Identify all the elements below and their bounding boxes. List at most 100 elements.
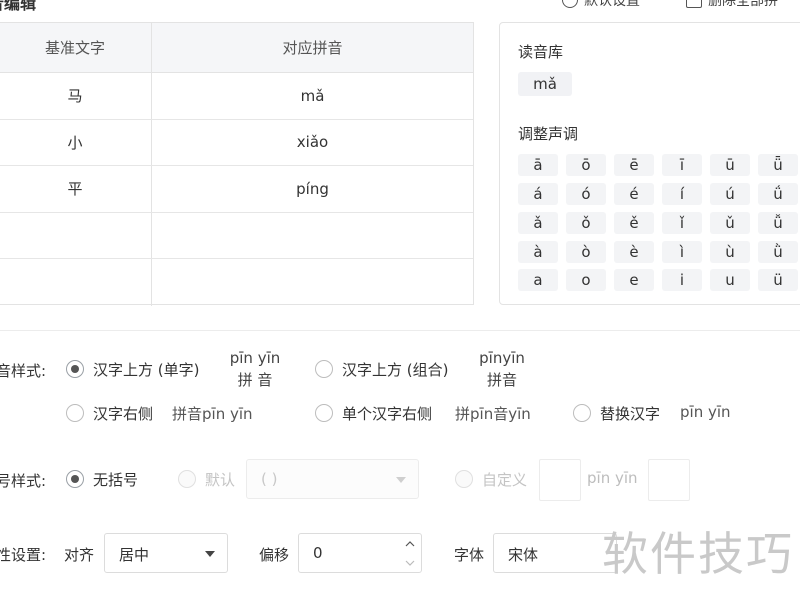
tone-button[interactable]: ò (566, 241, 606, 263)
tone-button[interactable]: ú (710, 183, 750, 205)
tone-button[interactable]: ì (662, 241, 702, 263)
tone-button[interactable]: à (518, 241, 558, 263)
delete-all-pinyin-button[interactable]: 删除全部拼 (686, 0, 778, 10)
library-chip[interactable]: mǎ (518, 72, 572, 96)
pinyin-style-label: 音样式: (0, 362, 47, 380)
option-replace[interactable]: 替换汉字 (600, 403, 660, 424)
custom-bracket-sample: pīn yīn (587, 469, 638, 487)
column-header-base-text: 基准文字 (0, 23, 152, 72)
cell-base-text[interactable] (0, 212, 152, 259)
pronunciation-panel: 读音库 mǎ 调整声调 ā ō ē ī ū ǖ á ó é í ú ǘ ǎ ǒ … (499, 22, 800, 305)
custom-left-bracket-input[interactable] (539, 459, 581, 501)
tone-button[interactable]: ā (518, 154, 558, 176)
option-default-bracket[interactable]: 默认 (205, 469, 235, 490)
sample-single-right: 拼pīn音yīn (455, 405, 531, 423)
tone-button[interactable]: á (518, 183, 558, 205)
cell-pinyin[interactable]: píng (152, 166, 473, 212)
offset-value: 0 (313, 544, 323, 562)
default-settings-button[interactable]: 默认设置 (562, 0, 640, 10)
tone-button[interactable]: i (662, 269, 702, 291)
radio-right[interactable] (66, 404, 84, 422)
tone-button[interactable]: ī (662, 154, 702, 176)
tone-button[interactable]: ǔ (710, 212, 750, 234)
option-above-combined[interactable]: 汉字上方 (组合) (342, 359, 448, 380)
option-custom-bracket[interactable]: 自定义 (482, 469, 527, 490)
tone-button[interactable]: ǚ (758, 212, 798, 234)
tone-button[interactable]: ō (566, 154, 606, 176)
option-above-single[interactable]: 汉字上方 (单字) (93, 359, 199, 380)
tone-title: 调整声调 (518, 125, 579, 143)
cell-base-text[interactable]: 平 (0, 166, 152, 212)
bracket-style-label: 号样式: (0, 472, 47, 490)
table-row[interactable]: 马 mǎ (0, 73, 473, 120)
trash-icon (686, 0, 702, 8)
chevron-down-icon[interactable] (405, 558, 415, 568)
tone-button[interactable]: ǖ (758, 154, 798, 176)
sample-above-combined-top: pīnyīn (479, 349, 525, 367)
radio-custom-bracket[interactable] (455, 470, 473, 488)
cell-base-text[interactable] (0, 259, 152, 306)
tone-button[interactable]: ū (710, 154, 750, 176)
watermark: 软件技巧 (602, 527, 794, 581)
chevron-down-icon (396, 477, 406, 483)
option-single-right[interactable]: 单个汉字右侧 (342, 403, 432, 424)
tone-button[interactable]: ǒ (566, 212, 606, 234)
pinyin-table: 基准文字 对应拼音 马 mǎ 小 xiǎo 平 píng (0, 22, 474, 306)
custom-right-bracket-input[interactable] (648, 459, 690, 501)
radio-no-bracket[interactable] (66, 470, 84, 488)
tone-button[interactable]: è (614, 241, 654, 263)
cell-base-text[interactable]: 小 (0, 119, 152, 166)
cell-pinyin[interactable] (152, 213, 473, 259)
offset-label: 偏移 (259, 546, 290, 564)
radio-default-bracket[interactable] (178, 470, 196, 488)
table-header: 基准文字 对应拼音 (0, 23, 473, 73)
tone-button[interactable]: ó (566, 183, 606, 205)
tone-button[interactable]: é (614, 183, 654, 205)
chevron-down-icon (205, 551, 215, 557)
default-bracket-select[interactable]: ( ) (246, 459, 419, 499)
attr-settings-label: 性设置: (0, 546, 47, 564)
radio-above-combined[interactable] (315, 360, 333, 378)
offset-stepper[interactable]: 0 (298, 533, 422, 573)
table-row[interactable]: 平 píng (0, 166, 473, 213)
sample-above-single-bottom: 拼 音 (237, 371, 273, 389)
tone-button[interactable]: ǜ (758, 241, 798, 263)
align-select[interactable]: 居中 (104, 533, 228, 573)
select-value: 居中 (119, 546, 150, 564)
sample-above-single-top: pīn yīn (229, 349, 281, 367)
font-select[interactable]: 宋体 (493, 533, 617, 573)
option-no-bracket[interactable]: 无括号 (93, 469, 138, 490)
tone-button[interactable]: ǘ (758, 183, 798, 205)
cell-pinyin[interactable] (152, 259, 473, 306)
sample-right: 拼音pīn yīn (172, 405, 253, 423)
radio-replace[interactable] (573, 404, 591, 422)
tone-button[interactable]: ü (758, 269, 798, 291)
cell-pinyin[interactable]: xiǎo (152, 120, 473, 166)
tone-button[interactable]: ǎ (518, 212, 558, 234)
reset-icon (562, 0, 578, 8)
tone-button[interactable]: ǐ (662, 212, 702, 234)
option-right[interactable]: 汉字右侧 (93, 403, 153, 424)
table-row[interactable]: 小 xiǎo (0, 119, 473, 167)
tone-button[interactable]: ě (614, 212, 654, 234)
tone-button[interactable]: a (518, 269, 558, 291)
sample-replace: pīn yīn (680, 403, 731, 421)
table-row[interactable] (0, 259, 473, 306)
tone-button[interactable]: e (614, 269, 654, 291)
sample-above-combined-bottom: 拼音 (486, 371, 517, 389)
select-value: 宋体 (508, 546, 539, 564)
column-header-pinyin: 对应拼音 (282, 39, 343, 57)
table-row[interactable] (0, 212, 473, 260)
tone-button[interactable]: ē (614, 154, 654, 176)
radio-single-right[interactable] (315, 404, 333, 422)
chevron-up-icon[interactable] (405, 539, 415, 549)
tone-button[interactable]: o (566, 269, 606, 291)
library-title: 读音库 (518, 43, 564, 61)
font-label: 字体 (454, 546, 485, 564)
cell-pinyin[interactable]: mǎ (152, 73, 473, 119)
tone-button[interactable]: u (710, 269, 750, 291)
radio-above-single[interactable] (66, 360, 84, 378)
tone-button[interactable]: ù (710, 241, 750, 263)
tone-button[interactable]: í (662, 183, 702, 205)
cell-base-text[interactable]: 马 (0, 73, 152, 119)
